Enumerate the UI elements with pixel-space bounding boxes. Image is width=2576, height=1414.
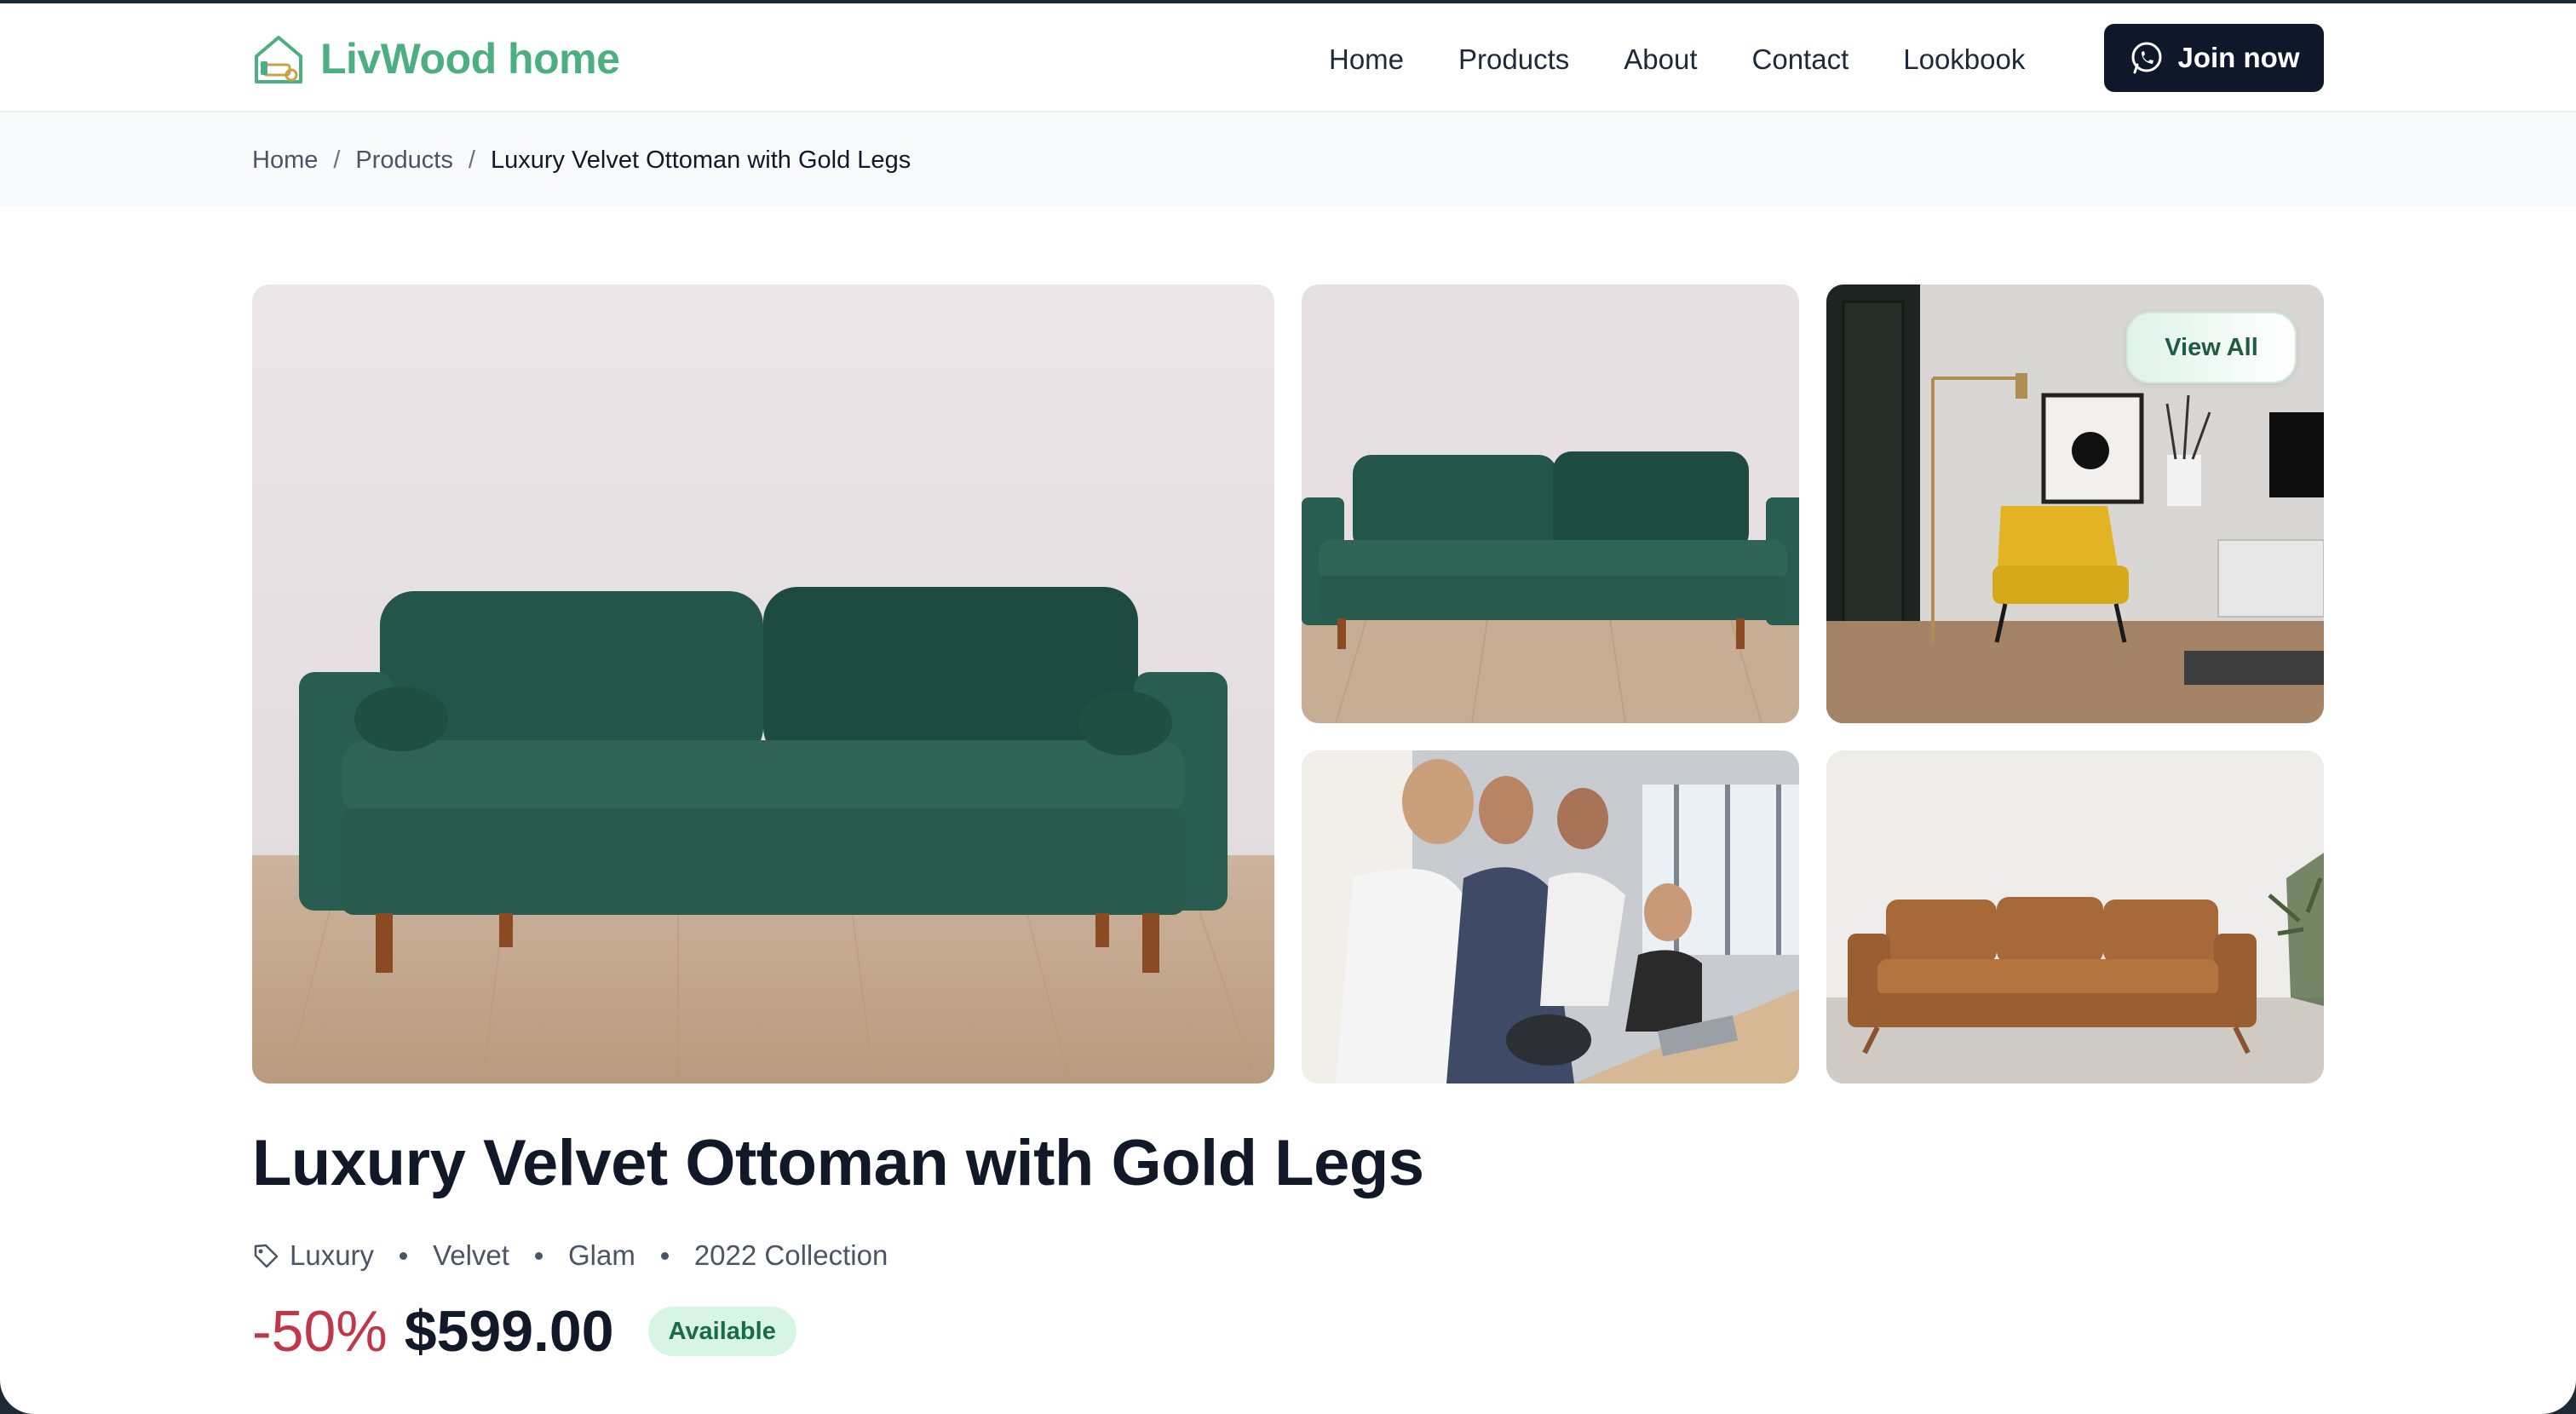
breadcrumb-separator: / xyxy=(333,147,341,174)
availability-badge: Available xyxy=(647,1307,796,1356)
breadcrumb-bar: Home / Products / Luxury Velvet Ottoman … xyxy=(0,114,2576,206)
nav-about[interactable]: About xyxy=(1624,39,1697,80)
tag-separator-dot xyxy=(400,1251,408,1260)
tag-item[interactable]: Glam xyxy=(568,1237,635,1274)
nav-lookbook[interactable]: Lookbook xyxy=(1903,39,2025,80)
breadcrumb-current: Luxury Velvet Ottoman with Gold Legs xyxy=(490,147,911,174)
house-logo-icon xyxy=(255,36,302,83)
gallery-thumb-sofa[interactable] xyxy=(1302,285,1799,723)
tag-item[interactable]: 2022 Collection xyxy=(694,1237,888,1274)
breadcrumb-separator: / xyxy=(468,147,475,174)
join-now-button[interactable]: Join now xyxy=(2104,24,2324,92)
nav-products[interactable]: Products xyxy=(1458,39,1569,80)
price-row: -50% $599.00 Available xyxy=(252,1298,796,1365)
gallery-thumb-leather-sofa[interactable] xyxy=(1826,750,2324,1083)
team-at-office-desk-image xyxy=(1302,750,1799,1083)
tag-item[interactable]: Velvet xyxy=(433,1237,509,1274)
tag-icon xyxy=(254,1244,279,1268)
tag-separator-dot xyxy=(534,1251,543,1260)
green-velvet-sofa-alt-image xyxy=(1302,285,1799,723)
breadcrumb: Home / Products / Luxury Velvet Ottoman … xyxy=(252,143,911,177)
page: LivWood home Home Products About Contact… xyxy=(0,3,2576,1414)
breadcrumb-home[interactable]: Home xyxy=(252,143,318,177)
nav-home[interactable]: Home xyxy=(1329,39,1404,80)
brand-name: LivWood home xyxy=(320,35,620,83)
product-title: Luxury Velvet Ottoman with Gold Legs xyxy=(252,1127,1424,1199)
breadcrumb-products[interactable]: Products xyxy=(355,143,452,177)
site-header: LivWood home Home Products About Contact… xyxy=(0,3,2576,112)
tag-item[interactable]: Luxury xyxy=(290,1237,374,1274)
view-all-button[interactable]: View All xyxy=(2126,312,2297,383)
join-now-label: Join now xyxy=(2177,42,2300,73)
tan-leather-sofa-image xyxy=(1826,750,2324,1083)
product-price: $599.00 xyxy=(404,1299,614,1364)
gallery-main-image[interactable] xyxy=(252,285,1274,1083)
green-velvet-sofa-image xyxy=(252,285,1274,1083)
whatsapp-icon xyxy=(2131,42,2161,74)
tag-separator-dot xyxy=(660,1251,669,1260)
nav-contact[interactable]: Contact xyxy=(1752,39,1849,80)
gallery-thumb-team[interactable] xyxy=(1302,750,1799,1083)
main-nav: Home Products About Contact Lookbook xyxy=(1329,39,2025,80)
discount-percent: -50% xyxy=(252,1299,388,1364)
brand-logo[interactable]: LivWood home xyxy=(252,31,620,87)
product-tags: Luxury Velvet Glam 2022 Collection xyxy=(252,1237,888,1274)
